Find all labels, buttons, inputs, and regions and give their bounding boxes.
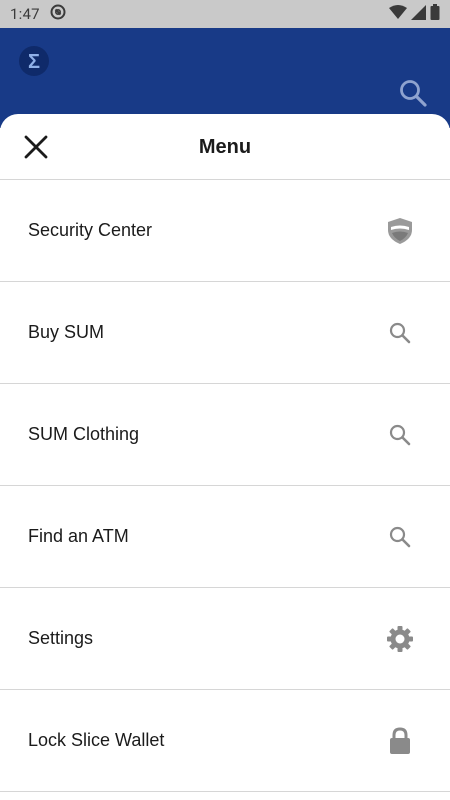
status-time: 1:47 <box>10 5 40 23</box>
search-icon <box>386 523 414 551</box>
gear-icon <box>386 625 414 653</box>
do-not-disturb-icon <box>50 4 66 24</box>
menu-item-security-center[interactable]: Security Center <box>0 180 450 282</box>
menu-title: Menu <box>198 136 252 158</box>
status-bar: 1:47 <box>0 0 450 28</box>
lock-icon <box>386 726 414 755</box>
search-icon <box>400 80 427 107</box>
logo-glyph: Σ <box>28 51 40 73</box>
menu-item-lock-slice-wallet[interactable]: Lock Slice Wallet <box>0 690 450 792</box>
menu-item-label: Security Center <box>28 220 153 240</box>
menu-item-label: Buy SUM <box>28 322 105 342</box>
menu-item-sum-clothing[interactable]: SUM Clothing <box>0 384 450 486</box>
menu-item-label: Find an ATM <box>28 526 129 546</box>
menu-item-settings[interactable]: Settings <box>0 588 450 690</box>
menu-sheet-header: Menu <box>0 114 450 180</box>
menu-sheet: Menu Security Center Buy SUM SUM Clothin… <box>0 114 450 800</box>
battery-icon <box>430 4 440 24</box>
menu-list: Security Center Buy SUM SUM Clothing Fin… <box>0 180 450 792</box>
cell-signal-icon <box>411 4 426 24</box>
search-icon <box>386 421 414 449</box>
shield-icon <box>386 217 414 245</box>
menu-item-label: Settings <box>28 628 94 648</box>
menu-item-label: SUM Clothing <box>28 424 140 444</box>
app-header: Σ <box>0 28 450 128</box>
status-icons <box>389 4 440 24</box>
header-search-button[interactable] <box>398 78 428 108</box>
wifi-icon <box>389 4 407 24</box>
menu-item-label: Lock Slice Wallet <box>28 730 165 750</box>
search-icon <box>386 319 414 347</box>
menu-item-buy-sum[interactable]: Buy SUM <box>0 282 450 384</box>
app-logo[interactable]: Σ <box>18 45 50 77</box>
menu-item-find-atm[interactable]: Find an ATM <box>0 486 450 588</box>
